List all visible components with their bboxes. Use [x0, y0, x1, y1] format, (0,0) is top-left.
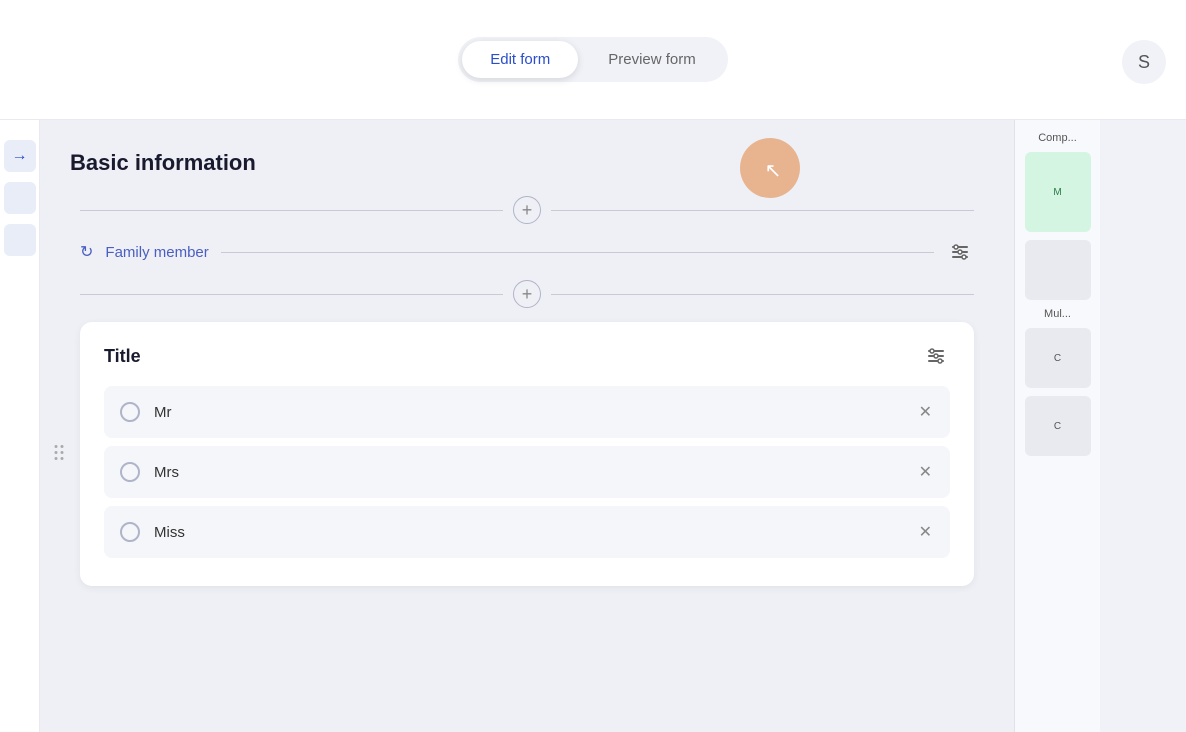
section-title: Basic information — [70, 150, 984, 176]
family-member-settings-button[interactable] — [946, 238, 974, 266]
close-icon-mr: ✕ — [919, 402, 932, 422]
radio-option-mrs: Mrs ✕ — [104, 446, 950, 498]
title-card-settings-button[interactable] — [922, 342, 950, 370]
divider-line-2b — [551, 294, 974, 295]
close-icon-miss: ✕ — [919, 522, 932, 542]
preview-form-tab[interactable]: Preview form — [580, 41, 724, 78]
radio-label-mrs: Mrs — [154, 464, 903, 481]
sidebar-c-label-1: C — [1054, 353, 1061, 364]
divider-line-2 — [80, 294, 503, 295]
title-card-title: Title — [104, 346, 141, 367]
sidebar-multi-label: Mul... — [1044, 308, 1071, 320]
remove-miss-button[interactable]: ✕ — [917, 520, 934, 544]
family-member-label: Family member — [105, 244, 208, 261]
plus-icon-1: + — [522, 201, 533, 219]
radio-label-miss: Miss — [154, 524, 903, 541]
left-panel: → — [0, 120, 40, 732]
right-sidebar: Comp... M Mul... C C — [1014, 120, 1100, 732]
sidebar-gray-component-1[interactable] — [1025, 240, 1091, 300]
sidebar-c-label-2: C — [1054, 421, 1061, 432]
add-item-button-1[interactable]: + — [513, 196, 541, 224]
remove-mrs-button[interactable]: ✕ — [917, 460, 934, 484]
family-member-row: ↻ Family member — [70, 238, 984, 266]
cursor-indicator: ↖ — [740, 138, 800, 198]
main-area: ↖ Basic information + ↻ Family member — [40, 120, 1100, 732]
title-settings-icon — [926, 346, 946, 366]
left-item-1 — [4, 182, 36, 214]
top-right-button[interactable]: S — [1122, 40, 1166, 84]
left-item-2 — [4, 224, 36, 256]
form-content: Basic information + ↻ Family member — [40, 120, 1014, 618]
cursor-arrow-icon: ↖ — [765, 158, 782, 183]
left-arrow-button[interactable]: → — [4, 140, 36, 172]
radio-option-mr: Mr ✕ — [104, 386, 950, 438]
family-member-line — [221, 252, 934, 253]
repeat-icon: ↻ — [80, 242, 93, 262]
top-right-icon: S — [1138, 52, 1150, 73]
add-divider-1: + — [70, 196, 984, 224]
radio-circle-miss[interactable] — [120, 522, 140, 542]
radio-circle-mrs[interactable] — [120, 462, 140, 482]
radio-option-miss: Miss ✕ — [104, 506, 950, 558]
radio-circle-mr[interactable] — [120, 402, 140, 422]
close-icon-mrs: ✕ — [919, 462, 932, 482]
settings-icon — [950, 242, 970, 262]
arrow-icon: → — [12, 147, 28, 165]
sidebar-gray-component-2[interactable]: C — [1025, 328, 1091, 388]
sidebar-gray-component-3[interactable]: C — [1025, 396, 1091, 456]
edit-form-tab[interactable]: Edit form — [462, 41, 578, 78]
drag-handle[interactable] — [52, 443, 66, 466]
divider-line-1b — [551, 210, 974, 211]
title-card-header: Title — [104, 342, 950, 370]
remove-mr-button[interactable]: ✕ — [917, 400, 934, 424]
tab-switcher: Edit form Preview form — [458, 37, 728, 82]
add-item-button-2[interactable]: + — [513, 280, 541, 308]
divider-line-1 — [80, 210, 503, 211]
title-card: Title Mr ✕ — [80, 322, 974, 586]
sidebar-green-component[interactable]: M — [1025, 152, 1091, 232]
radio-label-mr: Mr — [154, 404, 903, 421]
plus-icon-2: + — [522, 285, 533, 303]
top-bar: Edit form Preview form S — [0, 0, 1186, 120]
sidebar-comp-label: Comp... — [1034, 132, 1081, 144]
drag-dots-icon — [52, 443, 66, 463]
sidebar-m-label: M — [1053, 187, 1061, 198]
add-divider-2: + — [70, 280, 984, 308]
